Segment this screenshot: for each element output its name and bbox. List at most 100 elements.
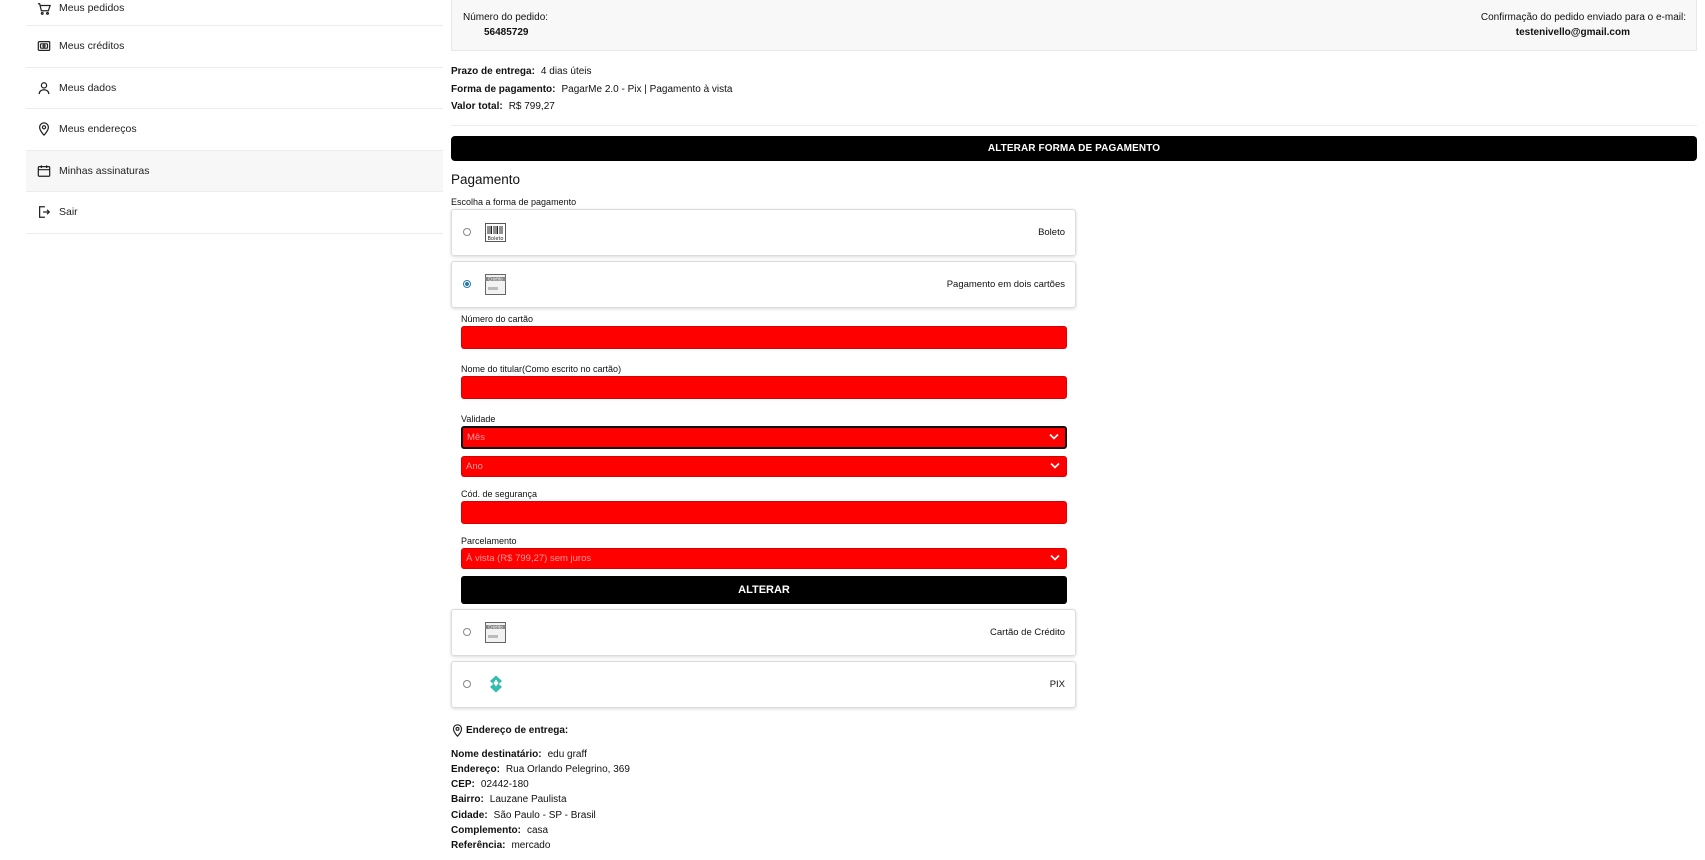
account-sidebar: Meus pedidos Meus créditos Meus dados Me… [26, 0, 443, 234]
submit-alterar-button[interactable]: ALTERAR [461, 575, 1067, 604]
address-line: Referência: mercado [451, 838, 1697, 853]
delivery-time-label: Prazo de entrega: [451, 66, 535, 77]
order-confirmation-block: Confirmação do pedido enviado para o e-m… [1481, 12, 1686, 38]
order-summary-box: Número do pedido: 56485729 Confirmação d… [451, 0, 1697, 51]
chevron-down-icon [1050, 461, 1060, 472]
sidebar-item-minhas-assinaturas[interactable]: Minhas assinaturas [26, 150, 443, 192]
address-line: Cidade: São Paulo - SP - Brasil [451, 808, 1697, 823]
sidebar-item-meus-pedidos[interactable]: Meus pedidos [26, 0, 443, 26]
chevron-down-icon [1050, 553, 1060, 564]
boleto-icon: Boleto [485, 222, 506, 242]
sidebar-item-label: Minhas assinaturas [59, 164, 150, 177]
option-label: Cartão de Crédito [990, 626, 1065, 638]
address-line: Bairro: Lauzane Paulista [451, 792, 1697, 807]
svg-text:Boleto: Boleto [488, 236, 504, 242]
card-number-input[interactable] [461, 325, 1067, 349]
sidebar-item-sair[interactable]: Sair [26, 192, 443, 234]
delivery-address-heading: Endereço de entrega: [451, 723, 1697, 737]
alter-payment-method-button[interactable]: ALTERAR FORMA DE PAGAMENTO [451, 135, 1697, 161]
svg-text:Crédito: Crédito [488, 276, 503, 281]
user-icon [37, 81, 51, 95]
order-number-value: 56485729 [484, 27, 529, 38]
map-pin-icon [452, 723, 463, 737]
holder-name-label: Nome do titular(Como escrito no cartão) [461, 363, 622, 374]
confirmation-email: testenivello@gmail.com [1515, 27, 1630, 38]
chevron-down-icon [1049, 432, 1059, 443]
delivery-time-row: Prazo de entrega: 4 dias úteis [451, 63, 1697, 81]
address-label: Endereço: [451, 763, 500, 775]
address-label: Nome destinatário: [451, 748, 542, 760]
sidebar-item-meus-creditos[interactable]: Meus créditos [26, 26, 443, 68]
month-placeholder: Mês [467, 431, 485, 443]
choose-payment-label: Escolha a forma de pagamento [451, 196, 577, 207]
wallet-icon [37, 39, 51, 53]
payment-method-label: Forma de pagamento: [451, 83, 556, 95]
radio-two-cards[interactable] [463, 280, 471, 288]
map-pin-icon [37, 122, 51, 137]
cvv-label: Cód. de segurança [461, 488, 538, 499]
address-line: Endereço: Rua Orlando Pelegrino, 369 [451, 762, 1697, 777]
year-placeholder: Ano [466, 460, 483, 472]
address-line: CEP: 02442-180 [451, 777, 1697, 792]
total-value-value: R$ 799,27 [508, 101, 555, 112]
delivery-address-title: Endereço de entrega: [466, 724, 569, 736]
sidebar-item-label: Meus dados [59, 81, 117, 94]
radio-pix[interactable] [463, 680, 471, 688]
sidebar-item-meus-dados[interactable]: Meus dados [26, 68, 443, 109]
sidebar-item-label: Meus pedidos [59, 2, 125, 14]
installments-value: À vista (R$ 799,27) sem juros [466, 552, 592, 564]
payment-method-value: PagarMe 2.0 - Pix | Pagamento à vista [561, 83, 733, 95]
calendar-icon [37, 164, 51, 178]
payment-option-credit-card[interactable]: Crédito Cartão de Crédito [451, 608, 1076, 656]
card-number-label: Número do cartão [461, 313, 534, 324]
address-value: casa [527, 824, 549, 836]
radio-credit-card[interactable] [463, 628, 471, 636]
sidebar-item-label: Meus endereços [59, 123, 137, 136]
address-value: edu graff [547, 748, 587, 760]
payment-title: Pagamento [451, 171, 521, 187]
sidebar-item-label: Meus créditos [59, 40, 125, 53]
svg-text:Crédito: Crédito [488, 624, 503, 629]
order-number-label: Número do pedido: [463, 12, 549, 23]
sidebar-item-label: Sair [59, 206, 78, 219]
payment-options: Boleto Boleto Crédito Pagamento em dois … [451, 208, 1697, 708]
address-label: Cidade: [451, 809, 488, 821]
year-select[interactable]: Ano [461, 455, 1067, 477]
option-label: Boleto [1038, 226, 1065, 238]
payment-option-boleto[interactable]: Boleto Boleto [451, 208, 1076, 256]
installments-select[interactable]: À vista (R$ 799,27) sem juros [461, 547, 1067, 569]
total-value-label: Valor total: [451, 101, 503, 112]
option-label: PIX [1049, 678, 1065, 690]
order-detail: Número do pedido: 56485729 Confirmação d… [451, 0, 1697, 854]
address-value: mercado [511, 840, 551, 852]
address-value: Rua Orlando Pelegrino, 369 [505, 763, 630, 775]
order-info: Prazo de entrega: 4 dias úteis Forma de p… [451, 63, 1697, 126]
holder-name-input[interactable] [461, 375, 1067, 399]
sidebar-item-meus-enderecos[interactable]: Meus endereços [26, 109, 443, 151]
confirmation-label: Confirmação do pedido enviado para o e-m… [1480, 12, 1686, 23]
option-label: Pagamento em dois cartões [946, 278, 1065, 290]
address-value: São Paulo - SP - Brasil [493, 809, 596, 821]
cart-icon [37, 2, 51, 16]
total-value-row: Valor total: R$ 799,27 [451, 98, 1697, 116]
validity-label: Validade [461, 413, 496, 424]
logout-icon [37, 205, 51, 219]
payment-option-pix[interactable]: PIX [451, 660, 1076, 708]
pix-icon [485, 675, 506, 694]
delivery-address: Nome destinatário: edu graff Endereço: Rua… [451, 747, 1697, 854]
delivery-time-value: 4 dias úteis [540, 66, 592, 77]
address-line: Complemento: casa [451, 823, 1697, 838]
payment-option-two-cards[interactable]: Crédito Pagamento em dois cartões [451, 260, 1076, 308]
credit-card-icon: Crédito [485, 621, 506, 643]
address-label: Bairro: [451, 794, 484, 806]
payment-method-row: Forma de pagamento: PagarMe 2.0 - Pix | P… [451, 81, 1697, 99]
address-value: Lauzane Paulista [489, 794, 567, 806]
month-select[interactable]: Mês [461, 425, 1067, 449]
address-label: Complemento: [451, 824, 521, 836]
address-label: CEP: [451, 779, 475, 791]
installments-label: Parcelamento [461, 535, 517, 546]
radio-boleto[interactable] [463, 228, 471, 236]
cvv-input[interactable] [461, 500, 1067, 524]
address-value: 02442-180 [480, 779, 529, 791]
credit-card-icon: Crédito [485, 273, 506, 295]
